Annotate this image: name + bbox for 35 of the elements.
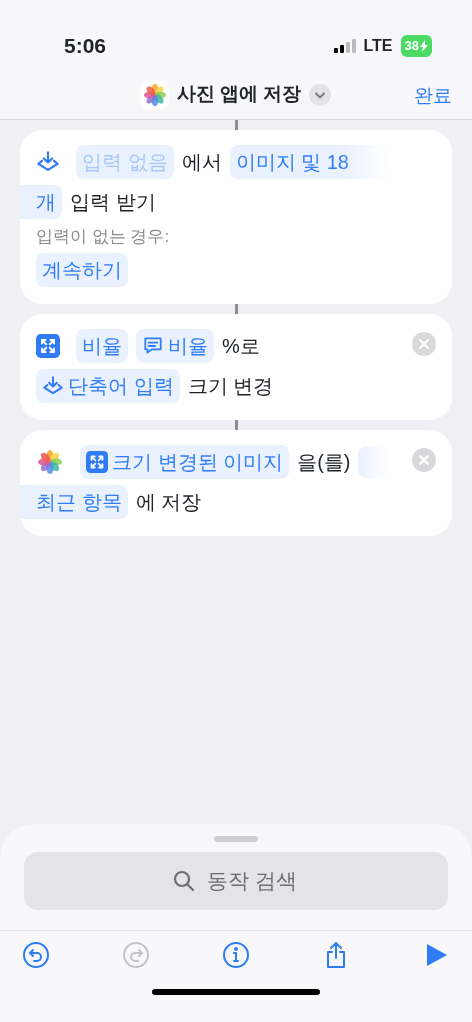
resize-icon — [36, 333, 60, 358]
battery-indicator: 38 — [400, 35, 432, 57]
chevron-down-icon[interactable] — [309, 83, 332, 106]
hint-label: 입력이 없는 경우: — [36, 226, 171, 248]
action-text: 입력 받기 — [70, 190, 156, 215]
action-text: 크기 변경 — [187, 373, 274, 399]
variable-token[interactable]: 비율 — [76, 328, 128, 363]
action-text: 을(를) — [297, 449, 351, 475]
action-text: 에서 — [181, 150, 222, 175]
close-icon — [418, 453, 430, 466]
variable-token[interactable]: 최근 항목 — [20, 484, 128, 519]
photos-app-icon — [140, 80, 169, 109]
search-field[interactable]: 동작 검색 — [24, 852, 448, 910]
tray-download-icon — [42, 374, 64, 397]
info-icon[interactable] — [222, 941, 250, 969]
tray-download-icon — [36, 150, 60, 174]
undo-icon[interactable] — [22, 941, 50, 969]
variable-token[interactable]: 개 — [20, 185, 62, 219]
variable-token[interactable]: 크기 변경된 이미지 — [80, 444, 290, 479]
speech-bubble-icon — [142, 334, 164, 357]
variable-token[interactable]: 단축어 입력 — [36, 368, 180, 403]
search-icon — [172, 869, 196, 893]
network-label: LTE — [363, 36, 393, 56]
action-text: %로 — [222, 333, 260, 359]
variable-token[interactable]: 이미지 및 18 — [229, 145, 389, 179]
status-time: 5:06 — [64, 33, 107, 60]
option-token[interactable]: 계속하기 — [36, 252, 128, 287]
close-icon — [418, 337, 430, 350]
signal-icon — [333, 39, 356, 53]
done-button[interactable]: 완료 — [414, 82, 452, 111]
flower-icon — [36, 447, 64, 476]
shortcut-title: 사진 앱에 저장 — [176, 82, 302, 107]
resize-icon — [86, 450, 108, 473]
variable-token[interactable]: 비율 — [136, 328, 214, 363]
action-text: 에 저장 — [135, 489, 202, 515]
